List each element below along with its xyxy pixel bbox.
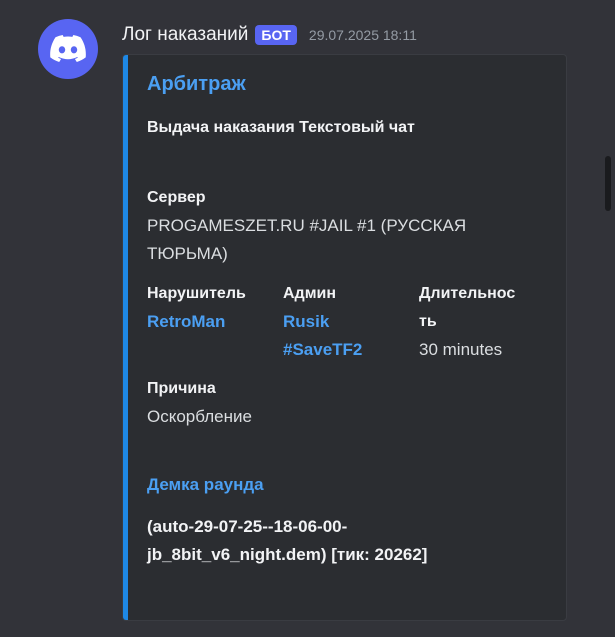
embed-title: Арбитраж	[147, 73, 246, 95]
demo-filename-line2: jb_8bit_v6_night.dem) [тик: 20262]	[147, 545, 428, 564]
scrollbar-track[interactable]	[603, 0, 615, 637]
field-server: Сервер PROGAMESZET.RU #JAIL #1 (РУССКАЯ …	[147, 184, 547, 268]
field-server-value-line2: ТЮРЬМА)	[147, 244, 228, 263]
message-header: Лог наказаний БОТ 29.07.2025 18:11	[122, 21, 417, 49]
field-offender: Нарушитель RetroMan	[147, 280, 246, 336]
embed-description: Выдача наказания Текстовый чат	[147, 119, 415, 136]
field-server-name: Сервер	[147, 189, 206, 206]
author-name[interactable]: Лог наказаний	[122, 24, 248, 46]
offender-link[interactable]: RetroMan	[147, 308, 246, 336]
field-duration: Длительнос ть 30 minutes	[419, 280, 515, 364]
field-admin-name: Админ	[283, 285, 337, 302]
punishment-embed: Арбитраж Выдача наказания Текстовый чат …	[122, 54, 567, 621]
field-server-value-line1: PROGAMESZET.RU #JAIL #1 (РУССКАЯ	[147, 216, 467, 235]
field-duration-name-line1: Длительнос	[419, 285, 516, 302]
admin-link-line1[interactable]: Rusik	[283, 308, 362, 336]
field-reason-name: Причина	[147, 380, 216, 397]
demo-filename-line1: (auto-29-07-25--18-06-00-	[147, 517, 348, 536]
bot-avatar[interactable]	[38, 19, 98, 79]
field-offender-name: Нарушитель	[147, 285, 246, 302]
field-admin: Админ Rusik #SaveTF2	[283, 280, 362, 364]
field-reason-value: Оскорбление	[147, 407, 252, 426]
field-duration-name-line2: ть	[419, 313, 437, 330]
demo-title-link[interactable]: Демка раунда	[147, 475, 264, 495]
admin-link-line2[interactable]: #SaveTF2	[283, 336, 362, 364]
scrollbar-thumb[interactable]	[605, 156, 611, 211]
embed-accent-bar	[123, 55, 128, 620]
field-duration-value: 30 minutes	[419, 340, 503, 359]
chat-message: Лог наказаний БОТ 29.07.2025 18:11 Арбит…	[0, 0, 615, 637]
bot-badge: БОТ	[255, 25, 297, 45]
inline-fields-row: Нарушитель RetroMan Админ Rusik #SaveTF2…	[147, 280, 566, 370]
message-timestamp[interactable]: 29.07.2025 18:11	[309, 27, 417, 43]
field-reason: Причина Оскорбление	[147, 375, 547, 431]
demo-filename: (auto-29-07-25--18-06-00- jb_8bit_v6_nig…	[147, 513, 547, 569]
discord-logo-icon	[50, 35, 86, 62]
